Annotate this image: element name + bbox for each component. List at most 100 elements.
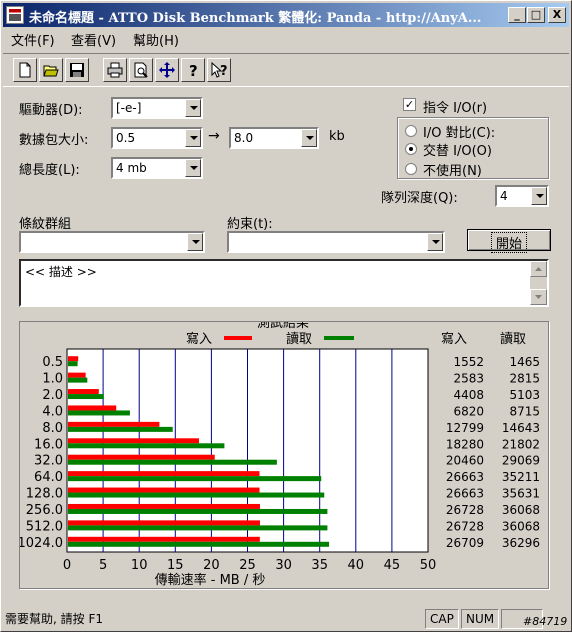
read-bar <box>68 426 173 432</box>
queue-depth-select[interactable]: 4 <box>495 185 549 207</box>
write-value-label: 1552 <box>453 355 484 369</box>
read-bar <box>68 459 277 465</box>
write-bar <box>68 503 260 509</box>
read-value-label: 36296 <box>502 536 540 550</box>
transfer-from-select[interactable]: 0.5 <box>111 127 203 149</box>
context-help-icon[interactable]: ? <box>207 58 231 82</box>
read-value-label: 29069 <box>502 454 540 468</box>
legend-read-label: 讀取 <box>286 332 312 347</box>
read-bar <box>68 377 88 383</box>
write-value-label: 20460 <box>446 454 484 468</box>
write-bar <box>68 454 215 460</box>
read-value-label: 8715 <box>509 404 540 418</box>
transfer-unit: kb <box>329 129 345 144</box>
write-bar <box>68 405 117 411</box>
write-column-header: 寫入 <box>441 331 467 347</box>
write-value-label: 26663 <box>446 487 484 501</box>
y-tick-label: 256.0 <box>26 503 63 518</box>
total-length-select[interactable]: 4 mb <box>111 157 203 179</box>
x-tick-label: 35 <box>311 558 328 573</box>
transfer-to-select[interactable]: 8.0 <box>229 127 319 149</box>
transfer-to-value: 8.0 <box>234 131 254 145</box>
context-help-glyph: ? <box>220 64 228 78</box>
status-message: 需要幫助, 請按 F1 <box>5 612 103 626</box>
write-bar <box>68 356 79 362</box>
transfer-from-value: 0.5 <box>116 131 136 145</box>
y-tick-label: 16.0 <box>34 437 63 452</box>
overlapped-io-radio[interactable] <box>405 143 417 155</box>
print-preview-icon[interactable] <box>129 58 153 82</box>
write-bar <box>68 421 160 427</box>
write-bar <box>68 438 199 444</box>
maximize-button[interactable]: □ <box>527 7 545 23</box>
description-box[interactable]: << 描述 >> <box>19 259 549 307</box>
read-value-label: 36068 <box>502 503 540 517</box>
start-button[interactable]: 開始 <box>467 229 551 253</box>
read-bar <box>68 410 130 416</box>
menu-view[interactable]: 查看(V) <box>71 30 116 49</box>
open-folder-icon[interactable] <box>39 58 63 82</box>
transfer-size-label: 數據包大小: <box>19 133 89 148</box>
legend-write-swatch <box>224 336 252 340</box>
y-tick-label: 64.0 <box>34 470 63 485</box>
print-icon[interactable] <box>103 58 127 82</box>
menu-help[interactable]: 幫助(H) <box>133 30 179 49</box>
title-bar[interactable]: 未命名標題 - ATTO Disk Benchmark 繁體化: Panda -… <box>3 3 569 27</box>
chevron-down-icon[interactable] <box>531 187 547 205</box>
minimize-button[interactable]: _ <box>508 7 526 23</box>
read-value-label: 5103 <box>509 388 540 402</box>
write-bar <box>68 487 260 493</box>
read-value-label: 35211 <box>502 470 540 484</box>
scroll-up-button[interactable] <box>530 261 547 277</box>
close-button[interactable]: X <box>548 7 566 23</box>
read-bar <box>68 476 322 482</box>
y-tick-label: 128.0 <box>26 487 63 502</box>
caps-lock-indicator: CAP <box>425 609 459 629</box>
x-tick-label: 5 <box>99 558 107 573</box>
chevron-down-icon[interactable] <box>427 233 443 251</box>
constraint-select[interactable] <box>227 231 445 253</box>
scroll-down-button[interactable] <box>530 289 547 305</box>
write-value-label: 26728 <box>446 519 484 533</box>
drive-value: [-e-] <box>116 101 142 115</box>
x-tick-label: 20 <box>203 558 220 573</box>
description-scrollbar[interactable] <box>530 261 547 305</box>
chevron-down-icon[interactable] <box>301 129 317 147</box>
help-icon[interactable]: ? <box>181 58 205 82</box>
write-value-label: 6820 <box>453 404 484 418</box>
menu-file[interactable]: 文件(F) <box>11 30 55 49</box>
read-value-label: 35631 <box>502 487 540 501</box>
stripe-group-select[interactable] <box>19 231 205 253</box>
move-icon[interactable] <box>155 58 179 82</box>
x-tick-label: 0 <box>63 558 71 573</box>
check-mark-icon: ✓ <box>404 98 415 111</box>
constraint-label: 約束(t): <box>227 217 273 232</box>
y-tick-label: 1024.0 <box>20 536 63 551</box>
overlapped-io-label: 交替 I/O(O) <box>423 144 492 159</box>
read-column-header: 讀取 <box>500 332 526 347</box>
write-bar <box>68 536 260 542</box>
direct-io-checkbox[interactable]: ✓ <box>403 98 416 111</box>
description-text: << 描述 >> <box>25 265 97 279</box>
results-chart: 測試結果 寫入 讀取 寫入 讀取 0 5 10 15 20 25 30 35 40 45 50 0.… <box>18 314 540 588</box>
total-length-label: 總長度(L): <box>19 163 80 178</box>
results-panel: 測試結果 寫入 讀取 寫入 讀取 0 5 10 15 20 25 30 35 40 45 50 0.… <box>18 314 549 589</box>
start-button-label: 開始 <box>490 232 527 253</box>
y-tick-label: 32.0 <box>34 454 63 469</box>
queue-depth-label: 隊列深度(Q): <box>381 191 458 206</box>
y-tick-label: 512.0 <box>26 519 63 534</box>
chart-title: 測試結果 <box>257 322 309 331</box>
neither-radio[interactable] <box>405 163 417 175</box>
read-value-label: 14643 <box>502 421 540 435</box>
app-icon[interactable] <box>6 6 24 24</box>
save-icon[interactable] <box>65 58 89 82</box>
chevron-down-icon[interactable] <box>185 129 201 147</box>
legend-write-label: 寫入 <box>186 331 212 347</box>
chevron-down-icon[interactable] <box>187 233 203 251</box>
chevron-down-icon[interactable] <box>185 159 201 177</box>
read-value-label: 36068 <box>502 519 540 533</box>
new-file-icon[interactable] <box>13 58 37 82</box>
drive-select[interactable]: [-e-] <box>111 97 203 119</box>
chevron-down-icon[interactable] <box>185 99 201 117</box>
io-compare-radio[interactable] <box>405 125 417 137</box>
